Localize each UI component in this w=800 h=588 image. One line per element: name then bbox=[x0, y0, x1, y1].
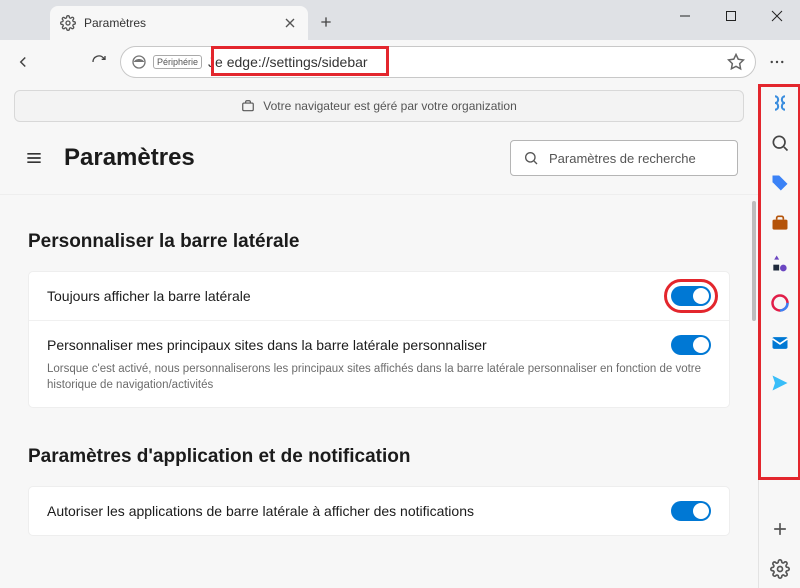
refresh-button[interactable] bbox=[82, 45, 116, 79]
shopping-tag-icon[interactable] bbox=[767, 170, 793, 196]
menu-button[interactable] bbox=[20, 144, 48, 172]
copilot-icon[interactable] bbox=[767, 90, 793, 116]
minimize-button[interactable] bbox=[662, 0, 708, 32]
forward-button[interactable] bbox=[44, 45, 78, 79]
tools-icon[interactable] bbox=[767, 210, 793, 236]
back-button[interactable] bbox=[6, 45, 40, 79]
url-text[interactable]: Je edge://settings/sidebar bbox=[208, 54, 721, 70]
setting-allow-notifications: Autoriser les applications de barre laté… bbox=[29, 487, 729, 535]
drop-send-icon[interactable] bbox=[767, 370, 793, 396]
maximize-button[interactable] bbox=[708, 0, 754, 32]
edge-sidebar bbox=[758, 84, 800, 588]
setting-always-show-sidebar: Toujours afficher la barre latérale bbox=[29, 272, 729, 321]
close-window-button[interactable] bbox=[754, 0, 800, 32]
browser-tab[interactable]: Paramètres bbox=[50, 6, 308, 40]
setting-group-notifications: Autoriser les applications de barre laté… bbox=[28, 486, 730, 536]
new-tab-button[interactable] bbox=[312, 8, 340, 36]
close-tab-button[interactable] bbox=[282, 15, 298, 31]
content-column: Votre navigateur est géré par votre orga… bbox=[0, 84, 758, 588]
microsoft365-icon[interactable] bbox=[767, 290, 793, 316]
briefcase-icon bbox=[241, 99, 255, 113]
toggle-always-show-sidebar[interactable] bbox=[671, 286, 711, 306]
section-title-sidebar: Personnaliser la barre latérale bbox=[28, 231, 730, 253]
window-titlebar: Paramètres bbox=[0, 0, 800, 40]
toggle-allow-notifications[interactable] bbox=[671, 501, 711, 521]
edge-icon bbox=[131, 54, 147, 70]
gear-icon bbox=[60, 15, 76, 31]
search-icon bbox=[523, 150, 539, 166]
org-managed-banner: Votre navigateur est géré par votre orga… bbox=[14, 90, 744, 122]
tab-title: Paramètres bbox=[84, 16, 274, 30]
toggle-personalize-top-sites[interactable] bbox=[671, 335, 711, 355]
search-sidebar-icon[interactable] bbox=[767, 130, 793, 156]
search-placeholder: Paramètres de recherche bbox=[549, 151, 696, 166]
setting-label: Autoriser les applications de barre laté… bbox=[47, 503, 657, 519]
org-banner-text: Votre navigateur est géré par votre orga… bbox=[263, 99, 517, 113]
browser-toolbar: Périphérie Je edge://settings/sidebar bbox=[0, 40, 800, 84]
outlook-icon[interactable] bbox=[767, 330, 793, 356]
settings-search[interactable]: Paramètres de recherche bbox=[510, 140, 738, 176]
setting-label: Personnaliser mes principaux sites dans … bbox=[47, 337, 657, 353]
setting-group-sidebar: Toujours afficher la barre latérale Pers… bbox=[28, 271, 730, 408]
workspace: Votre navigateur est géré par votre orga… bbox=[0, 84, 800, 588]
add-sidebar-button[interactable] bbox=[767, 516, 793, 542]
section-title-notifications: Paramètres d'application et de notificat… bbox=[28, 446, 730, 468]
games-icon[interactable] bbox=[767, 250, 793, 276]
settings-scroll-area[interactable]: Personnaliser la barre latérale Toujours… bbox=[0, 195, 758, 556]
setting-personalize-top-sites: Personnaliser mes principaux sites dans … bbox=[29, 321, 729, 407]
setting-label: Toujours afficher la barre latérale bbox=[47, 288, 657, 304]
settings-header: Paramètres Paramètres de recherche bbox=[0, 130, 758, 194]
more-button[interactable] bbox=[760, 45, 794, 79]
setting-description: Lorsque c'est activé, nous personnaliser… bbox=[47, 361, 711, 393]
sidebar-settings-icon[interactable] bbox=[767, 556, 793, 582]
scrollbar[interactable] bbox=[752, 201, 756, 321]
window-controls bbox=[662, 0, 800, 32]
favorite-star-icon[interactable] bbox=[727, 53, 745, 71]
address-bar[interactable]: Périphérie Je edge://settings/sidebar bbox=[120, 46, 756, 78]
peripheral-badge: Périphérie bbox=[153, 55, 202, 69]
page-title: Paramètres bbox=[64, 144, 494, 172]
